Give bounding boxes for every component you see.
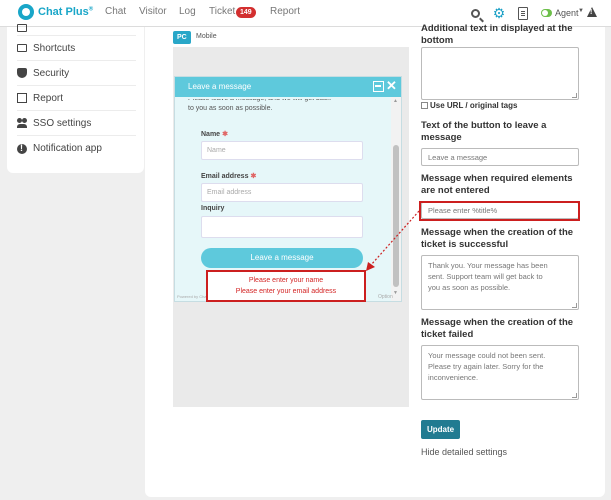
users-icon xyxy=(17,118,27,128)
shield-icon xyxy=(17,68,27,78)
hide-detailed-settings-link[interactable]: Hide detailed settings xyxy=(421,447,507,457)
sidebar-item-security[interactable]: Security xyxy=(17,61,136,86)
success-message-textarea[interactable]: Thank you. Your message has been sent. S… xyxy=(421,255,579,310)
sidebar-item-label: Report xyxy=(33,92,64,104)
agent-status-label[interactable]: Agent xyxy=(555,8,579,18)
nav-ticket[interactable]: Ticket xyxy=(209,6,235,17)
gear-icon[interactable]: ⚙ xyxy=(492,5,506,21)
sidebar-item-label: Security xyxy=(33,67,70,79)
brand-registered-mark: ® xyxy=(88,6,94,13)
chat-bubble-icon xyxy=(18,4,34,20)
use-url-label[interactable]: Use URL / original tags xyxy=(430,101,517,110)
sidebar-item-notification[interactable]: Notification app xyxy=(17,136,136,161)
required-message-label: Message when required elements are not en… xyxy=(421,173,573,196)
sidebar-item-sso[interactable]: SSO settings xyxy=(17,111,136,136)
required-message-highlight xyxy=(419,201,580,221)
bottom-text-textarea[interactable] xyxy=(421,47,579,100)
info-icon xyxy=(17,143,27,154)
sidebar-item-label: Shortcuts xyxy=(33,42,76,54)
report-icon xyxy=(17,93,27,103)
chat-plus-logo[interactable]: Chat Plus® xyxy=(18,4,93,20)
settings-sidebar: Shortcuts Security Report SSO settings N… xyxy=(7,24,144,173)
monitor-icon xyxy=(17,24,27,32)
use-url-checkbox[interactable] xyxy=(421,102,428,109)
nav-chat[interactable]: Chat xyxy=(105,6,126,17)
failed-message-textarea[interactable]: Your message could not been sent. Please… xyxy=(421,345,579,400)
failed-message-label: Message when the creation of the ticket f… xyxy=(421,317,574,340)
sidebar-item-shortcuts[interactable]: Shortcuts xyxy=(17,36,136,61)
button-text-label: Text of the button to leave a message xyxy=(421,120,547,143)
brand-name: Chat Plus xyxy=(38,6,89,18)
bottom-text-label: Additional text in displayed at the botto… xyxy=(421,23,573,46)
chevron-down-icon[interactable]: ▼ xyxy=(578,8,584,14)
sidebar-item-report[interactable]: Report xyxy=(17,86,136,111)
sidebar-item-label: Notification app xyxy=(33,143,102,154)
ticket-count-badge: 149 xyxy=(236,7,256,18)
success-message-label: Message when the creation of the ticket i… xyxy=(421,227,574,250)
nav-report[interactable]: Report xyxy=(270,6,300,17)
main-panel: PC Mobile Leave a message ✕ Please leave… xyxy=(145,23,605,497)
search-icon[interactable] xyxy=(468,5,482,21)
toggle-icon[interactable] xyxy=(541,9,552,17)
monitor-icon xyxy=(17,44,27,52)
nav-visitor[interactable]: Visitor xyxy=(139,6,167,17)
update-button[interactable]: Update xyxy=(421,420,460,439)
sidebar-item-partial[interactable] xyxy=(17,21,136,36)
button-text-input[interactable]: Leave a message xyxy=(421,148,579,166)
nav-log[interactable]: Log xyxy=(179,6,196,17)
warning-icon[interactable] xyxy=(587,7,597,17)
sidebar-item-label: SSO settings xyxy=(33,117,92,129)
document-icon[interactable] xyxy=(516,5,530,21)
